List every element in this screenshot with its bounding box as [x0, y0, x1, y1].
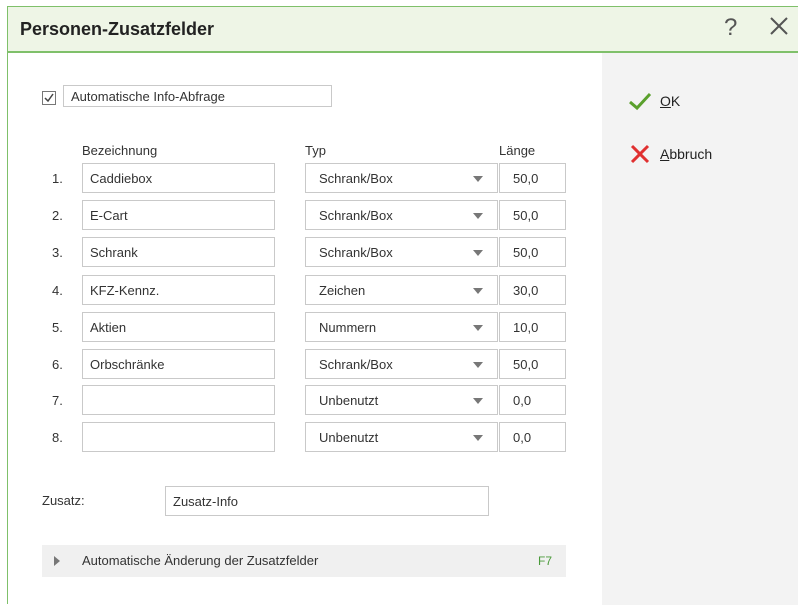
- auto-change-expander[interactable]: Automatische Änderung der Zusatzfelder F…: [42, 545, 566, 577]
- dropdown-arrow-icon: [473, 325, 483, 331]
- field-type-value: Zeichen: [319, 282, 366, 298]
- dropdown-arrow-icon: [473, 288, 483, 294]
- expand-arrow-icon: [54, 556, 60, 566]
- field-type-value: Unbenutzt: [319, 429, 379, 445]
- dropdown-arrow-icon: [473, 398, 483, 404]
- field-type-select[interactable]: Unbenutzt: [305, 385, 498, 415]
- row-number: 7.: [52, 393, 63, 408]
- field-name-input[interactable]: Orbschränke: [82, 349, 275, 379]
- row-number: 4.: [52, 283, 63, 298]
- zusatz-label: Zusatz:: [42, 493, 85, 508]
- header-bezeichnung: Bezeichnung: [82, 143, 158, 158]
- title-bar: Personen-Zusatzfelder ?: [8, 7, 798, 53]
- field-length-input[interactable]: 10,0: [499, 312, 566, 342]
- field-name-input[interactable]: [82, 385, 275, 415]
- field-type-value: Unbenutzt: [319, 392, 379, 408]
- field-length-input[interactable]: 0,0: [499, 422, 566, 452]
- field-name-input[interactable]: Schrank: [82, 237, 275, 267]
- row-number: 6.: [52, 357, 63, 372]
- field-length-input[interactable]: 30,0: [499, 275, 566, 305]
- field-length-input[interactable]: 0,0: [499, 385, 566, 415]
- shortcut-key: F7: [537, 554, 552, 568]
- field-type-select[interactable]: Schrank/Box: [305, 200, 498, 230]
- field-type-select[interactable]: Schrank/Box: [305, 349, 498, 379]
- auto-info-label[interactable]: Automatische Info-Abfrage: [63, 85, 332, 107]
- field-name-input[interactable]: Aktien: [82, 312, 275, 342]
- dropdown-arrow-icon: [473, 176, 483, 182]
- help-icon[interactable]: ?: [724, 14, 737, 42]
- dropdown-arrow-icon: [473, 213, 483, 219]
- expander-label: Automatische Änderung der Zusatzfelder: [82, 553, 319, 568]
- field-name-input[interactable]: Caddiebox: [82, 163, 275, 193]
- zusatz-input[interactable]: Zusatz-Info: [165, 486, 489, 516]
- dropdown-arrow-icon: [473, 250, 483, 256]
- dialog-window: Personen-Zusatzfelder ? OK Abbruch Autom…: [7, 6, 798, 605]
- field-length-input[interactable]: 50,0: [499, 163, 566, 193]
- field-type-value: Schrank/Box: [319, 207, 393, 223]
- cross-icon: [630, 144, 650, 164]
- checkmark-icon: [629, 92, 652, 111]
- field-length-input[interactable]: 50,0: [499, 200, 566, 230]
- field-type-value: Nummern: [319, 319, 377, 335]
- field-name-input[interactable]: E-Cart: [82, 200, 275, 230]
- field-name-input[interactable]: [82, 422, 275, 452]
- dropdown-arrow-icon: [473, 362, 483, 368]
- ok-label: OK: [660, 93, 681, 109]
- row-number: 5.: [52, 320, 63, 335]
- field-name-input[interactable]: KFZ-Kennz.: [82, 275, 275, 305]
- field-type-select[interactable]: Schrank/Box: [305, 163, 498, 193]
- cancel-button[interactable]: Abbruch: [628, 144, 712, 164]
- field-type-select[interactable]: Schrank/Box: [305, 237, 498, 267]
- close-icon[interactable]: [768, 15, 790, 37]
- field-type-value: Schrank/Box: [319, 356, 393, 372]
- field-type-value: Schrank/Box: [319, 170, 393, 186]
- field-type-select[interactable]: Unbenutzt: [305, 422, 498, 452]
- field-type-value: Schrank/Box: [319, 244, 393, 260]
- check-mark-icon: [44, 93, 54, 103]
- field-type-select[interactable]: Nummern: [305, 312, 498, 342]
- row-number: 3.: [52, 245, 63, 260]
- cancel-label: Abbruch: [660, 146, 713, 162]
- auto-info-checkbox[interactable]: [42, 91, 56, 105]
- row-number: 1.: [52, 171, 63, 186]
- action-sidebar: [602, 53, 798, 605]
- row-number: 2.: [52, 208, 63, 223]
- header-laenge: Länge: [499, 143, 536, 158]
- field-length-input[interactable]: 50,0: [499, 237, 566, 267]
- ok-button[interactable]: OK: [628, 91, 680, 111]
- dialog-title: Personen-Zusatzfelder: [20, 19, 215, 39]
- field-type-select[interactable]: Zeichen: [305, 275, 498, 305]
- row-number: 8.: [52, 430, 63, 445]
- dropdown-arrow-icon: [473, 435, 483, 441]
- header-typ: Typ: [305, 143, 326, 158]
- field-length-input[interactable]: 50,0: [499, 349, 566, 379]
